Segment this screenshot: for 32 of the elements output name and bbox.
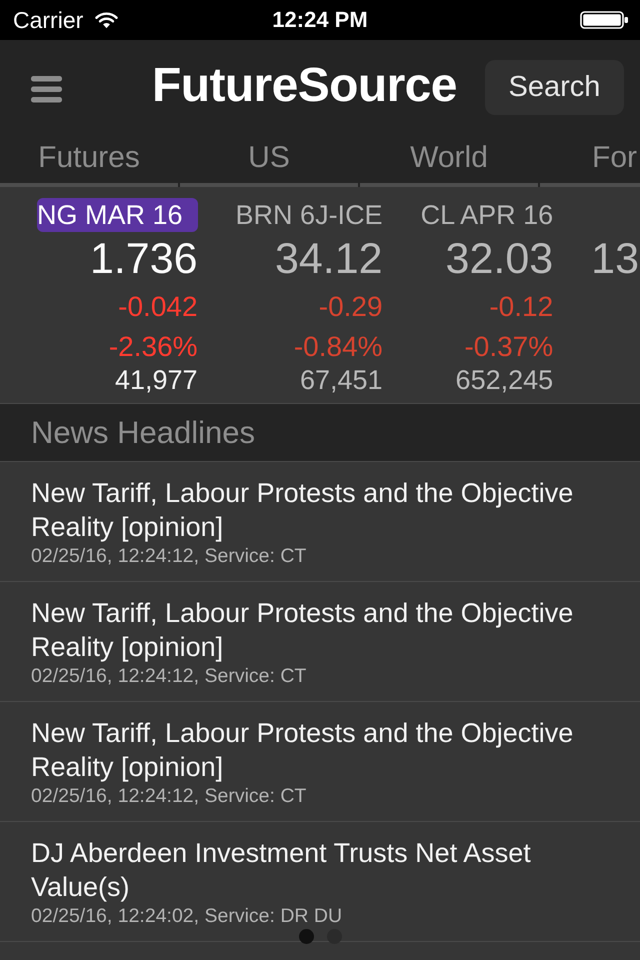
quote-change: -0.29 [318, 290, 383, 324]
quote-symbol[interactable]: CL APR 16 [420, 198, 554, 232]
wifi-icon [95, 11, 118, 29]
quote-percent-change: -2.36% [108, 330, 198, 364]
quote-volume: 67,451 [300, 366, 383, 395]
quote-volume: 41,977 [114, 366, 198, 395]
news-meta: 02/25/16, 12:24:12, Service: CT [31, 784, 308, 809]
quote-change: -0.042 [118, 290, 198, 324]
clock-time: 12:24 PM [271, 6, 369, 34]
quote-price: 13 [591, 234, 639, 285]
quote-volume: 652,245 [456, 366, 554, 395]
carrier-label: Carrier [13, 6, 84, 34]
quote-price: 32.03 [446, 234, 554, 285]
news-meta: 02/25/16, 12:24:12, Service: CT [31, 664, 308, 689]
news-meta: 02/25/16, 12:24:02, Service: DR DU [31, 904, 344, 929]
quote-price: 34.12 [274, 234, 383, 285]
section-header: News Headlines [0, 404, 640, 462]
quote-change: -0.12 [489, 290, 554, 324]
app-logo: FutureSource [152, 58, 457, 114]
quote-percent-change: -0.37% [464, 330, 554, 364]
menu-icon[interactable] [31, 76, 62, 102]
battery-icon [580, 11, 629, 29]
news-headline: DJ Aberdeen Investment Trusts Net Asset Value(s) [31, 837, 532, 904]
news-meta: 02/25/16, 12:24:12, Service: CT [31, 544, 308, 569]
news-headline: New Tariff, Labour Protests and the Objective Reality [opinion] [31, 717, 574, 784]
quote-price: 1.736 [90, 234, 198, 285]
search-button[interactable]: Search [485, 60, 624, 115]
news-headline: New Tariff, Labour Protests and the Objective Reality [opinion] [31, 597, 574, 664]
quote-symbol[interactable]: NG MAR 16 [37, 198, 198, 232]
quote-symbol[interactable]: BRN 6J-ICE [236, 198, 383, 232]
quote-percent-change: -0.84% [294, 330, 383, 364]
news-headline: New Tariff, Labour Protests and the Objective Reality [opinion] [31, 477, 574, 544]
